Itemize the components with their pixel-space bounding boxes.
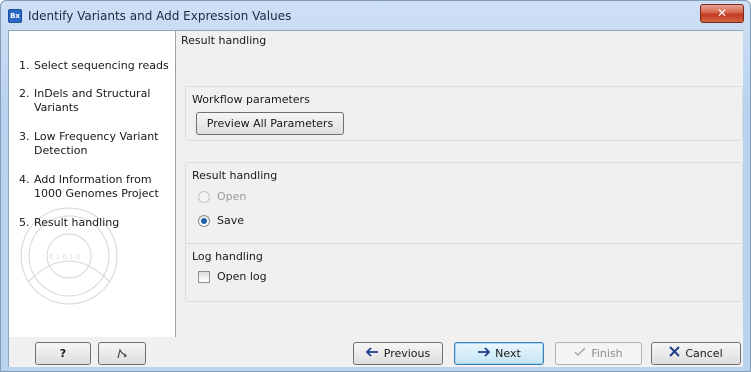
next-button[interactable]: Next xyxy=(454,342,544,365)
page-title: Result handling xyxy=(181,34,267,47)
log-handling-group: Log handling Open log xyxy=(185,243,743,302)
preview-all-parameters-button[interactable]: Preview All Parameters xyxy=(196,112,344,135)
close-button[interactable]: ✕ xyxy=(700,4,744,23)
steps-sidebar: 0 1 0 1 0 · · · · · · · · 1. Select sequ… xyxy=(9,31,176,337)
app-icon: Bx xyxy=(8,9,22,23)
next-label: Next xyxy=(495,347,521,360)
step-label: Result handling xyxy=(34,216,120,229)
open-log-label: Open log xyxy=(217,270,267,283)
cancel-x-icon xyxy=(669,346,681,357)
step-number: 2. xyxy=(19,87,30,100)
close-icon: ✕ xyxy=(716,6,728,20)
open-log-checkbox[interactable] xyxy=(198,271,210,283)
group-label: Workflow parameters xyxy=(192,93,310,106)
step-number: 1. xyxy=(19,59,30,72)
help-icon: ? xyxy=(59,347,67,360)
result-handling-group: Result handling Open Save xyxy=(185,162,743,246)
window-title: Identify Variants and Add Expression Val… xyxy=(28,9,292,23)
dialog-body: 0 1 0 1 0 · · · · · · · · 1. Select sequ… xyxy=(8,30,743,367)
step-number: 3. xyxy=(19,130,30,143)
checkmark-icon xyxy=(574,347,586,357)
previous-label: Previous xyxy=(383,347,431,360)
watermark-logo: 0 1 0 1 0 · · · · · · · · xyxy=(20,205,118,305)
step-number: 4. xyxy=(19,173,30,186)
workflow-parameters-group: Workflow parameters Preview All Paramete… xyxy=(185,86,743,141)
step-number: 5. xyxy=(19,216,30,229)
arrow-right-icon xyxy=(478,347,491,357)
step-label: Add Information from 1000 Genomes Projec… xyxy=(34,173,159,200)
wizard-window: Bx Identify Variants and Add Expression … xyxy=(0,0,751,372)
step-label: InDels and Structural Variants xyxy=(34,87,151,114)
save-radio[interactable] xyxy=(198,215,210,227)
svg-text:· · · · · · · ·: · · · · · · · · xyxy=(39,205,72,213)
finish-label: Finish xyxy=(591,347,623,360)
step-label: Select sequencing reads xyxy=(34,59,169,72)
group-label: Log handling xyxy=(192,250,263,263)
save-radio-label: Save xyxy=(217,214,245,227)
reset-icon xyxy=(117,348,127,359)
svg-text:0 1 0 1 0: 0 1 0 1 0 xyxy=(49,253,80,261)
finish-button[interactable]: Finish xyxy=(555,342,642,365)
arrow-left-icon xyxy=(365,347,378,357)
step-label: Low Frequency Variant Detection xyxy=(34,130,159,157)
cancel-button[interactable]: Cancel xyxy=(651,342,741,365)
help-button[interactable]: ? xyxy=(35,342,91,365)
cancel-label: Cancel xyxy=(685,347,723,360)
reset-button[interactable] xyxy=(98,342,146,365)
main-panel: Result handling Workflow parameters Prev… xyxy=(177,31,743,337)
group-label: Result handling xyxy=(192,169,278,182)
button-bar: ? Previous Next Finish Cancel xyxy=(9,337,743,367)
open-radio[interactable] xyxy=(198,191,210,203)
title-bar[interactable]: Bx Identify Variants and Add Expression … xyxy=(1,1,750,29)
previous-button[interactable]: Previous xyxy=(353,342,443,365)
open-radio-label: Open xyxy=(217,190,247,203)
